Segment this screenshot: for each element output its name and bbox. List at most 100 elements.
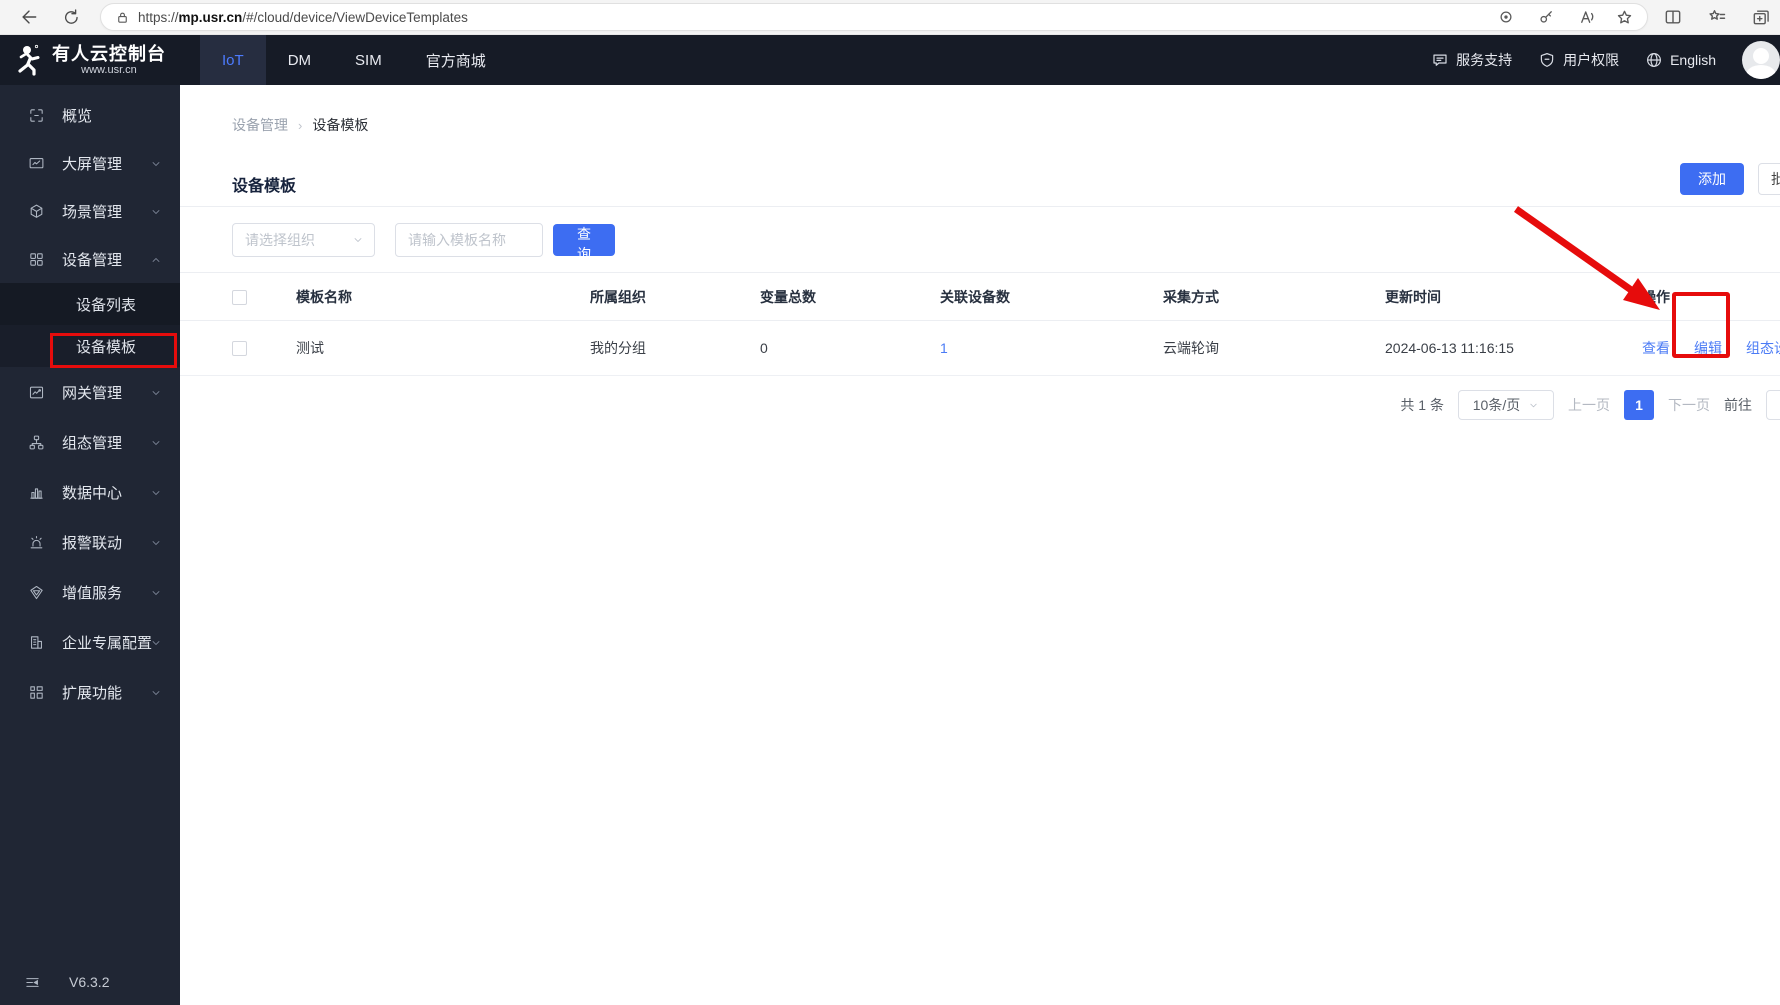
- back-icon[interactable]: [14, 2, 44, 32]
- collapse-sidebar-icon[interactable]: [24, 974, 41, 991]
- templates-table: 模板名称 所属组织 变量总数 关联设备数 采集方式 更新时间 操作 测试 我的分…: [180, 272, 1780, 376]
- favorites-bar-icon[interactable]: [1702, 2, 1732, 32]
- main-content: 设备管理 › 设备模板 设备模板 添加 批 请选择组织 查询: [180, 85, 1780, 1005]
- add-button[interactable]: 添加: [1680, 163, 1744, 195]
- sidebar-item-scene-mgmt[interactable]: 场景管理: [0, 187, 180, 235]
- table-header-row: 模板名称 所属组织 变量总数 关联设备数 采集方式 更新时间 操作: [180, 273, 1780, 321]
- cell-template-name: 测试: [296, 340, 324, 356]
- chat-icon: [1433, 54, 1447, 66]
- sidebar-item-label: 数据中心: [62, 484, 123, 502]
- scada-design-link[interactable]: 组态设计: [1746, 338, 1780, 358]
- sidebar-item-device-mgmt[interactable]: 设备管理: [0, 235, 180, 283]
- table-row: 测试 我的分组 0 1 云端轮询 2024-06-13 11:16:15 查看 …: [180, 321, 1780, 376]
- chevron-down-icon: [150, 636, 162, 653]
- bar-chart-icon: [30, 487, 43, 499]
- logo[interactable]: 有人云控制台 www.usr.cn: [0, 35, 180, 85]
- template-name-input[interactable]: [395, 223, 543, 257]
- sidebar-item-alarm-linkage[interactable]: 报警联动: [0, 517, 180, 567]
- row-checkbox[interactable]: [232, 341, 247, 357]
- read-aloud-icon[interactable]: [1571, 2, 1601, 32]
- cell-collect-method: 云端轮询: [1163, 340, 1219, 356]
- sidebar-item-label: 场景管理: [62, 203, 123, 221]
- goto-page-input[interactable]: [1766, 390, 1780, 420]
- partial-batch-button[interactable]: 批: [1758, 163, 1780, 195]
- page-title: 设备模板: [232, 177, 297, 195]
- col-organization: 所属组织: [590, 288, 646, 305]
- page-size-select[interactable]: 10条/页: [1458, 390, 1554, 420]
- alarm-icon: [30, 535, 43, 548]
- view-link[interactable]: 查看: [1642, 338, 1670, 358]
- chevron-down-icon: [150, 536, 162, 553]
- col-device-count: 关联设备数: [940, 288, 1010, 305]
- chevron-down-icon: [1530, 403, 1537, 407]
- chevron-down-icon: [150, 686, 162, 703]
- sidebar-item-scada-mgmt[interactable]: 组态管理: [0, 417, 180, 467]
- sidebar-item-data-center[interactable]: 数据中心: [0, 467, 180, 517]
- col-variable-count: 变量总数: [760, 288, 816, 305]
- next-page-button[interactable]: 下一页: [1668, 395, 1710, 415]
- device-count-link[interactable]: 1: [940, 340, 948, 356]
- edit-link[interactable]: 编辑: [1694, 338, 1722, 358]
- sidebar-item-label: 大屏管理: [62, 155, 123, 173]
- sidebar: 概览 大屏管理 场景管理 设备管理 设备列表 设备模板 网关管理 组态管理 数据…: [0, 85, 180, 1005]
- col-updated-time: 更新时间: [1385, 288, 1441, 305]
- browser-toolbar: https://mp.usr.cn/#/cloud/device/ViewDev…: [0, 0, 1780, 35]
- location-icon[interactable]: [1491, 2, 1521, 32]
- cell-organization: 我的分组: [590, 340, 646, 356]
- address-bar[interactable]: https://mp.usr.cn/#/cloud/device/ViewDev…: [100, 3, 1648, 31]
- sidebar-item-label: 概览: [62, 107, 93, 125]
- refresh-icon[interactable]: [56, 2, 86, 32]
- sidebar-item-screen-mgmt[interactable]: 大屏管理: [0, 139, 180, 187]
- tab-dm[interactable]: DM: [266, 35, 333, 85]
- sidebar-item-gateway-mgmt[interactable]: 网关管理: [0, 367, 180, 417]
- breadcrumb-parent[interactable]: 设备管理: [232, 115, 288, 135]
- goto-label: 前往: [1724, 397, 1752, 413]
- favorite-star-icon[interactable]: [1609, 2, 1639, 32]
- chevron-down-icon: [150, 386, 162, 403]
- extensions-grid-icon: [30, 685, 43, 699]
- user-permission-label: 用户权限: [1563, 52, 1620, 68]
- sidebar-item-overview[interactable]: 概览: [0, 91, 180, 139]
- tab-mall[interactable]: 官方商城: [404, 35, 508, 85]
- shield-icon: [1540, 53, 1554, 67]
- sidebar-item-enterprise-config[interactable]: 企业专属配置: [0, 617, 180, 667]
- breadcrumb-current: 设备模板: [312, 117, 369, 133]
- chevron-down-icon: [150, 157, 162, 174]
- org-select[interactable]: 请选择组织: [232, 223, 375, 257]
- tab-sim[interactable]: SIM: [333, 35, 404, 85]
- tab-iot[interactable]: IoT: [200, 35, 266, 85]
- sidebar-subitem-device-template[interactable]: 设备模板: [0, 325, 180, 367]
- sidebar-subitem-label: 设备模板: [76, 338, 137, 356]
- prev-page-button[interactable]: 上一页: [1568, 395, 1610, 415]
- logo-title: 有人云控制台: [52, 44, 166, 64]
- language-switch[interactable]: English: [1645, 51, 1716, 69]
- chevron-up-icon: [150, 253, 162, 270]
- cell-actions: 查看 编辑 组态设计: [1642, 338, 1780, 358]
- chevron-down-icon: [150, 586, 162, 603]
- user-avatar[interactable]: [1742, 41, 1780, 79]
- user-permission[interactable]: 用户权限: [1538, 50, 1619, 70]
- cell-variable-count: 0: [760, 340, 768, 356]
- col-actions: 操作: [1642, 288, 1670, 305]
- sidebar-item-value-added[interactable]: 增值服务: [0, 567, 180, 617]
- service-support-label: 服务支持: [1456, 52, 1513, 68]
- chevron-down-icon: [354, 238, 362, 242]
- col-collect-method: 采集方式: [1163, 288, 1219, 305]
- current-page-button[interactable]: 1: [1624, 390, 1654, 420]
- overview-icon: [30, 108, 43, 122]
- sidebar-subitem-device-list[interactable]: 设备列表: [0, 283, 180, 325]
- search-button[interactable]: 查询: [553, 224, 615, 262]
- collections-icon[interactable]: [1746, 2, 1776, 32]
- top-navbar: 有人云控制台 www.usr.cn IoT DM SIM 官方商城 服务支持 用…: [0, 35, 1780, 85]
- service-support[interactable]: 服务支持: [1431, 50, 1512, 70]
- sidebar-subitem-label: 设备列表: [76, 296, 137, 314]
- password-key-icon[interactable]: [1531, 2, 1561, 32]
- gem-icon: [30, 585, 43, 599]
- sidebar-item-label: 报警联动: [62, 534, 123, 552]
- sidebar-item-extensions[interactable]: 扩展功能: [0, 667, 180, 717]
- pagination: 共 1 条 10条/页 上一页 1 下一页 前往: [180, 390, 1780, 420]
- split-screen-icon[interactable]: [1658, 2, 1688, 32]
- select-all-checkbox[interactable]: [232, 289, 247, 305]
- sidebar-item-label: 组态管理: [62, 434, 123, 452]
- hierarchy-icon: [29, 435, 44, 449]
